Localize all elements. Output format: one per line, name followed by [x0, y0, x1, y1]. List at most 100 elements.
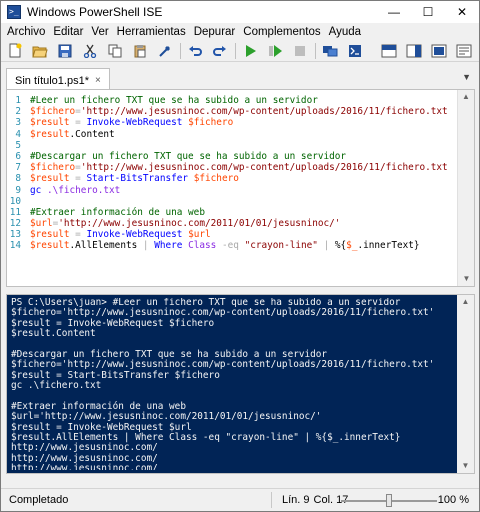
menu-complementos[interactable]: Complementos [239, 26, 324, 38]
script-editor[interactable]: 1 #Leer un fichero TXT que se ha subido a… [6, 89, 475, 287]
console-line: $result.Content [11, 328, 96, 340]
new-script-button[interactable] [5, 41, 25, 61]
line-number-gutter: 7 [15, 162, 21, 174]
save-button[interactable] [55, 41, 75, 61]
code-token: 'http://www.jesusninoc.com/wp-content/up… [80, 162, 450, 174]
run-script-button[interactable] [240, 41, 260, 61]
zoom-slider[interactable] [341, 494, 437, 508]
menu-editar[interactable]: Editar [49, 26, 87, 38]
editor-scrollbar[interactable]: ▲ ▼ [457, 90, 474, 286]
editor-code[interactable]: 1 #Leer un fichero TXT que se ha subido a… [7, 90, 450, 286]
remote-icon [323, 45, 338, 56]
close-button[interactable]: ✕ [445, 1, 479, 23]
code-line[interactable]: 3 $result = Invoke-WebRequest $fichero [7, 117, 450, 128]
code-line[interactable]: 12 $url ='http://www.jesusninoc.com/2011/0… [7, 218, 450, 229]
code-line[interactable]: 14 $result .AllElements | Where Class -eq … [7, 240, 450, 251]
code-token: "crayon-line" [244, 240, 318, 252]
undo-button[interactable] [185, 41, 205, 61]
console-pane[interactable]: PS C:\Users\juan> #Leer un fichero TXT q… [6, 294, 475, 474]
code-token: | [317, 240, 335, 252]
code-line[interactable]: 9 gc .\fichero.txt [7, 185, 450, 196]
show-commands-button[interactable] [454, 41, 474, 61]
code-token: $fichero [188, 117, 234, 129]
redo-icon [213, 45, 226, 56]
line-number-gutter: 14 [9, 240, 21, 252]
code-line[interactable]: 7 $fichero ='http://www.jesusninoc.com/wp-… [7, 162, 450, 173]
clear-console-button[interactable] [155, 41, 175, 61]
scroll-down-icon[interactable]: ▼ [457, 459, 474, 473]
code-line[interactable]: 1 #Leer un fichero TXT que se ha subido a… [7, 95, 450, 106]
pane-layout-buttons [379, 41, 479, 61]
code-token: #Descargar un fichero TXT que se ha subi… [30, 150, 347, 162]
script-pane-right-icon [406, 44, 422, 57]
script-pane-max-icon [431, 44, 447, 57]
menu-ver[interactable]: Ver [87, 26, 112, 38]
code-token: .AllElements [69, 240, 138, 252]
maximize-icon: ☐ [422, 5, 434, 19]
code-line[interactable]: 11 #Extraer información de una web [7, 207, 450, 218]
stop-button[interactable] [290, 41, 310, 61]
console-scrollbar[interactable]: ▲ ▼ [457, 295, 474, 473]
code-token: $url [30, 218, 53, 230]
paste-button[interactable] [130, 41, 150, 61]
code-line[interactable]: 2 $fichero ='http://www.jesusninoc.com/wp-… [7, 106, 450, 117]
chevron-down-icon[interactable]: ▼ [462, 72, 471, 82]
scroll-up-icon[interactable]: ▲ [458, 90, 474, 104]
zoom-level: 100 % [437, 494, 469, 506]
code-token: $result [30, 117, 70, 129]
status-separator [271, 492, 272, 508]
line-number-gutter: 11 [9, 206, 21, 218]
code-token: 'http://www.jesusninoc.com/2011/01/01/je… [58, 218, 341, 230]
tab-script[interactable]: Sin título1.ps1* × [6, 68, 110, 89]
code-line[interactable]: 10 [7, 196, 450, 207]
menu-depurar[interactable]: Depurar [190, 26, 240, 38]
menu-bar: Archivo Editar Ver Herramientas Depurar … [1, 23, 479, 40]
run-selection-icon [269, 44, 282, 57]
powershell-ise-app-icon [7, 5, 21, 19]
scroll-up-icon[interactable]: ▲ [457, 295, 474, 309]
copy-icon [108, 44, 122, 57]
menu-herramientas[interactable]: Herramientas [113, 26, 190, 38]
zoom-slider-thumb[interactable] [386, 494, 392, 507]
menu-ayuda[interactable]: Ayuda [325, 26, 365, 38]
start-powershell-button[interactable] [345, 41, 365, 61]
copy-button[interactable] [105, 41, 125, 61]
redo-button[interactable] [210, 41, 230, 61]
toolbar-separator [235, 42, 236, 59]
code-token: = [69, 229, 87, 241]
title-bar[interactable]: Windows PowerShell ISE — ☐ ✕ [1, 1, 479, 23]
script-pane-right-button[interactable] [404, 41, 424, 61]
code-token: | [137, 240, 155, 252]
code-token: $result [30, 229, 70, 241]
open-icon [32, 46, 48, 57]
undo-icon [189, 45, 202, 56]
code-line[interactable]: 8 $result = Start-BitsTransfer $fichero [7, 173, 450, 184]
code-token: Start-BitsTransfer [86, 173, 189, 185]
minimize-button[interactable]: — [377, 1, 411, 23]
tab-close-icon[interactable]: × [95, 75, 101, 86]
run-selection-button[interactable] [265, 41, 285, 61]
code-line[interactable]: 5 [7, 140, 450, 151]
console-output[interactable]: PS C:\Users\juan> #Leer un fichero TXT q… [11, 298, 454, 470]
code-token: .Content [69, 128, 115, 140]
code-token: .innerText} [357, 240, 420, 252]
line-number-gutter: 9 [15, 184, 21, 196]
line-number-gutter: 6 [15, 150, 21, 162]
maximize-button[interactable]: ☐ [411, 1, 445, 23]
code-line[interactable]: 6 #Descargar un fichero TXT que se ha sub… [7, 151, 450, 162]
open-button[interactable] [30, 41, 50, 61]
script-pane-top-button[interactable] [379, 41, 399, 61]
script-pane-maximize-button[interactable] [429, 41, 449, 61]
code-token: $fichero [30, 162, 76, 174]
scroll-down-icon[interactable]: ▼ [458, 272, 475, 286]
code-line[interactable]: 13 $result = Invoke-WebRequest $url [7, 229, 450, 240]
new-remote-tab-button[interactable] [320, 41, 340, 61]
new-icon [9, 43, 22, 58]
code-token: Invoke-WebRequest [86, 229, 183, 241]
save-icon [58, 44, 72, 57]
cut-button[interactable] [80, 41, 100, 61]
code-line[interactable]: 4 $result .Content [7, 129, 450, 140]
line-number-gutter: 8 [15, 173, 21, 185]
status-text: Completado [9, 494, 69, 506]
menu-archivo[interactable]: Archivo [3, 26, 49, 38]
